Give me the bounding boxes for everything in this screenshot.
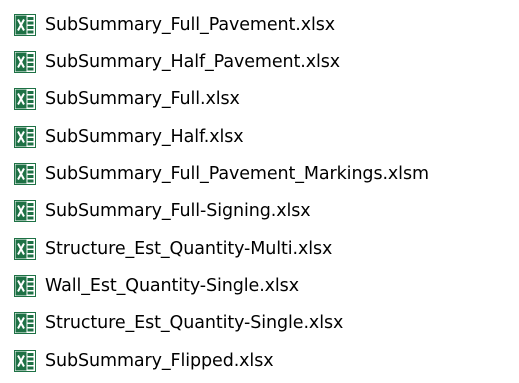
excel-file-icon [14, 238, 36, 260]
file-name[interactable]: SubSummary_Full.xlsx [45, 89, 240, 109]
excel-file-icon [14, 14, 36, 36]
file-item[interactable]: SubSummary_Full_Pavement_Markings.xlsm [0, 156, 519, 192]
excel-file-icon [14, 88, 36, 110]
excel-file-icon [14, 200, 36, 222]
file-name[interactable]: SubSummary_Half.xlsx [45, 127, 244, 147]
file-item[interactable]: SubSummary_Full-Signing.xlsx [0, 193, 519, 229]
file-item[interactable]: SubSummary_Flipped.xlsx [0, 343, 519, 379]
file-name[interactable]: SubSummary_Flipped.xlsx [45, 351, 274, 371]
file-item[interactable]: SubSummary_Half_Pavement.xlsx [0, 44, 519, 80]
file-name[interactable]: SubSummary_Half_Pavement.xlsx [45, 52, 340, 72]
file-name[interactable]: SubSummary_Full_Pavement.xlsx [45, 15, 335, 35]
file-item[interactable]: Wall_Est_Quantity-Single.xlsx [0, 268, 519, 304]
file-item[interactable]: Structure_Est_Quantity-Multi.xlsx [0, 231, 519, 267]
excel-file-icon [14, 163, 36, 185]
excel-file-icon [14, 51, 36, 73]
file-name[interactable]: Wall_Est_Quantity-Single.xlsx [45, 276, 299, 296]
file-item[interactable]: SubSummary_Half.xlsx [0, 119, 519, 155]
file-name[interactable]: Structure_Est_Quantity-Single.xlsx [45, 313, 343, 333]
file-item[interactable]: Structure_Est_Quantity-Single.xlsx [0, 305, 519, 341]
file-item[interactable]: SubSummary_Full_Pavement.xlsx [0, 7, 519, 43]
file-name[interactable]: Structure_Est_Quantity-Multi.xlsx [45, 239, 332, 259]
excel-file-icon [14, 350, 36, 372]
file-name[interactable]: SubSummary_Full-Signing.xlsx [45, 201, 311, 221]
file-name[interactable]: SubSummary_Full_Pavement_Markings.xlsm [45, 164, 429, 184]
file-item[interactable]: SubSummary_Full.xlsx [0, 81, 519, 117]
excel-file-icon [14, 126, 36, 148]
excel-file-icon [14, 275, 36, 297]
excel-file-icon [14, 312, 36, 334]
